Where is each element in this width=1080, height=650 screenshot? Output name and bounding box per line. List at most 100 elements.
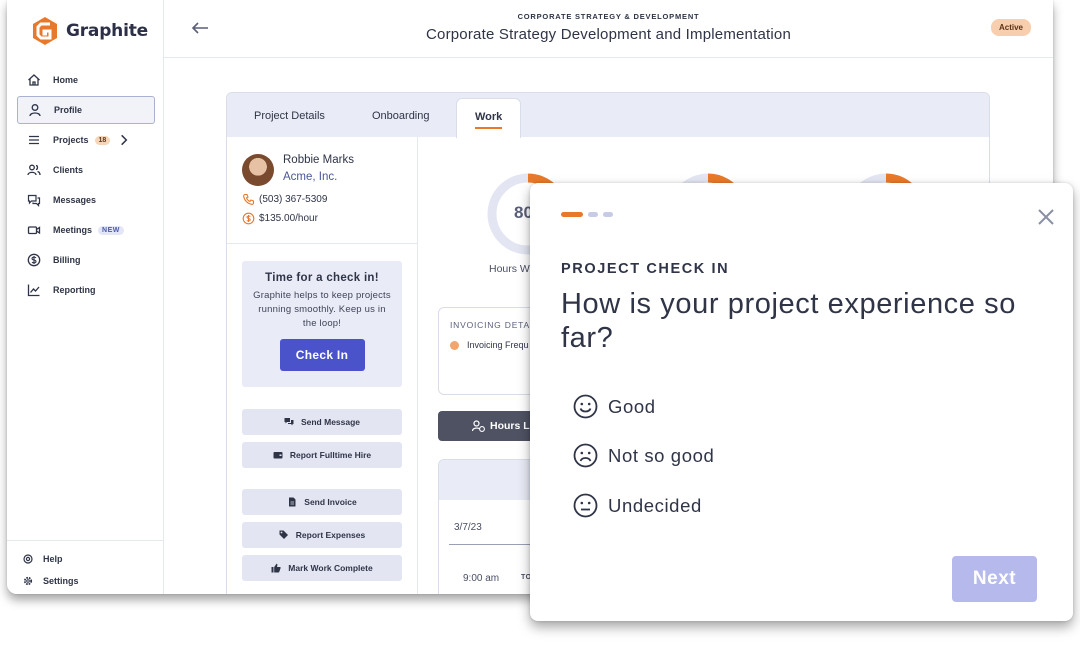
tab-project-details[interactable]: Project Details — [254, 110, 325, 122]
coin-icon — [242, 212, 255, 225]
app-name: Graphite — [66, 21, 148, 41]
sidebar-item-label: Projects — [53, 135, 89, 145]
chat-icon — [284, 418, 294, 426]
log-start-time[interactable]: 9:00 am — [463, 573, 499, 584]
sidebar-item-label: Clients — [53, 165, 84, 175]
sidebar-item-label: Help — [43, 554, 63, 564]
next-button[interactable]: Next — [952, 556, 1037, 602]
close-icon[interactable] — [1037, 208, 1055, 226]
user-icon — [29, 104, 41, 117]
option-not-so-good[interactable]: Not so good — [573, 443, 714, 468]
sidebar-item-billing[interactable]: Billing — [17, 246, 155, 274]
sidebar-divider — [7, 540, 164, 541]
thumbs-up-icon — [271, 563, 281, 573]
button-label: Send Invoice — [304, 497, 357, 507]
logo[interactable]: Graphite — [32, 16, 148, 46]
chevron-right-icon[interactable] — [117, 133, 131, 147]
button-label: Mark Work Complete — [288, 563, 373, 573]
button-label: Report Expenses — [295, 530, 366, 540]
contact-company[interactable]: Acme, Inc. — [283, 171, 337, 183]
user-clock-icon — [472, 420, 485, 432]
sidebar-footer: Help Settings — [23, 548, 79, 592]
projects-count-badge: 18 — [94, 135, 111, 145]
check-in-button[interactable]: Check In — [279, 339, 365, 371]
progress-step-current — [561, 212, 583, 217]
list-icon — [29, 135, 39, 145]
users-icon — [27, 164, 41, 176]
sidebar-item-profile[interactable]: Profile — [17, 96, 155, 124]
progress-step — [588, 212, 598, 217]
page-title: Corporate Strategy Development and Imple… — [426, 26, 791, 43]
report-expenses-button[interactable]: Report Expenses — [242, 522, 402, 548]
option-good[interactable]: Good — [573, 394, 656, 419]
sidebar-item-label: Meetings — [53, 225, 93, 235]
project-checkin-modal: PROJECT CHECK IN How is your project exp… — [530, 183, 1073, 621]
contact-column: Robbie Marks Acme, Inc. (503) 367-5309 $… — [227, 137, 418, 594]
phone-number: (503) 367-5309 — [259, 194, 328, 205]
sidebar-item-label: Profile — [54, 105, 83, 115]
divider — [227, 243, 418, 244]
send-invoice-button[interactable]: Send Invoice — [242, 489, 402, 515]
sidebar-item-messages[interactable]: Messages — [17, 186, 155, 214]
status-badge: Active — [990, 19, 1031, 36]
log-date[interactable]: 3/7/23 — [454, 522, 482, 533]
option-label: Not so good — [608, 444, 715, 466]
modal-eyebrow: PROJECT CHECK IN — [561, 261, 730, 277]
video-icon — [27, 226, 41, 235]
hourly-rate: $135.00/hour — [259, 213, 318, 224]
document-icon — [289, 497, 296, 507]
sidebar-item-reporting[interactable]: Reporting — [17, 276, 155, 304]
invoicing-frequency: Invoicing Frequ — [450, 340, 529, 350]
page-header: CORPORATE STRATEGY & DEVELOPMENT Corpora… — [164, 0, 1053, 58]
sidebar-item-label: Reporting — [53, 285, 96, 295]
project-category: CORPORATE STRATEGY & DEVELOPMENT — [517, 12, 700, 21]
modal-question: How is your project experience so far? — [561, 288, 1016, 354]
sidebar: Graphite Home Profile Projects 18 Client… — [7, 0, 164, 594]
frown-face-icon — [573, 443, 598, 468]
sidebar-item-settings[interactable]: Settings — [23, 570, 79, 592]
send-message-button[interactable]: Send Message — [242, 409, 402, 435]
checkin-description: Graphite helps to keep projects running … — [253, 290, 391, 329]
sidebar-item-label: Settings — [43, 576, 79, 586]
tab-label: Work — [475, 111, 503, 123]
option-undecided[interactable]: Undecided — [573, 493, 702, 518]
tab-bar: Project Details Onboarding Work — [227, 93, 989, 138]
chat-icon — [27, 194, 41, 207]
home-icon — [28, 74, 40, 86]
button-label: Report Fulltime Hire — [289, 450, 372, 460]
contact-phone[interactable]: (503) 367-5309 — [242, 193, 327, 206]
neutral-face-icon — [573, 493, 598, 518]
sidebar-item-label: Home — [53, 75, 79, 85]
mark-work-complete-button[interactable]: Mark Work Complete — [242, 555, 402, 581]
sidebar-item-label: Messages — [53, 195, 97, 205]
avatar — [242, 154, 274, 186]
wallet-icon — [273, 452, 283, 459]
help-icon — [23, 554, 33, 564]
sidebar-item-home[interactable]: Home — [17, 66, 155, 94]
gear-icon — [23, 576, 33, 586]
progress-step — [603, 212, 613, 217]
sidebar-nav: Home Profile Projects 18 Clients Message… — [17, 66, 155, 306]
report-fulltime-hire-button[interactable]: Report Fulltime Hire — [242, 442, 402, 468]
checkin-title: Time for a check in! — [265, 272, 379, 284]
smile-face-icon — [573, 394, 598, 419]
graphite-logo-icon — [33, 17, 57, 45]
tab-onboarding[interactable]: Onboarding — [372, 110, 430, 122]
donut-label: Hours W — [489, 263, 530, 275]
contact-rate: $135.00/hour — [242, 212, 318, 225]
option-label: Good — [608, 395, 656, 417]
sidebar-item-help[interactable]: Help — [23, 548, 79, 570]
tab-work[interactable]: Work — [456, 98, 522, 138]
phone-icon — [243, 193, 255, 205]
invoicing-title: INVOICING DETAIL — [450, 320, 539, 330]
dollar-icon — [27, 253, 41, 267]
sidebar-item-label: Billing — [53, 255, 81, 265]
contact-name: Robbie Marks — [283, 154, 354, 166]
sidebar-item-meetings[interactable]: Meetings NEW — [17, 216, 155, 244]
sidebar-item-clients[interactable]: Clients — [17, 156, 155, 184]
new-badge: NEW — [98, 225, 124, 235]
sidebar-item-projects[interactable]: Projects 18 — [17, 126, 155, 154]
button-label: Send Message — [300, 417, 361, 427]
option-label: Undecided — [608, 494, 702, 516]
invoicing-frequency-label: Invoicing Frequ — [467, 340, 529, 350]
